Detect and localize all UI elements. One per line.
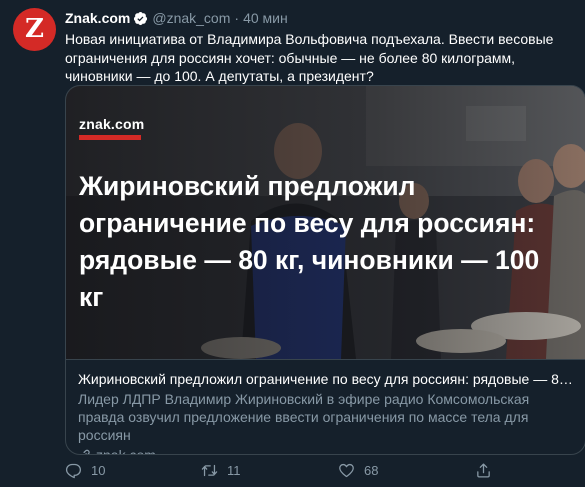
tweet-text: Новая инициатива от Владимира Вольфовича…	[65, 31, 554, 84]
reply-button[interactable]: 10	[65, 460, 105, 480]
tweet[interactable]: Z Znak.com @znak_com · 40 мин Новая иниц…	[0, 0, 585, 487]
card-domain-text: znak.com	[96, 447, 156, 455]
card-image[interactable]: znak.com Жириновский предложил ограничен…	[66, 86, 585, 359]
like-icon	[339, 463, 354, 477]
card-title[interactable]: Жириновский предложил ограничение по вес…	[78, 370, 575, 388]
retweet-count: 11	[227, 462, 241, 478]
card-image-headline: Жириновский предложил ограничение по вес…	[79, 171, 540, 312]
link-icon	[83, 449, 90, 454]
card-body[interactable]: Жириновский предложил ограничение по вес…	[66, 359, 585, 455]
card-logo: znak.com	[79, 116, 145, 132]
card-logo-underline	[79, 135, 141, 140]
author-handle[interactable]: @znak_com	[152, 9, 230, 27]
header-separator: ·	[234, 10, 240, 26]
author-name[interactable]: Znak.com	[65, 9, 130, 27]
share-button[interactable]	[475, 460, 492, 480]
card-description: Лидер ЛДПР Владимир Жириновский в эфире …	[78, 391, 530, 443]
like-count: 68	[364, 462, 379, 478]
share-icon	[477, 462, 490, 478]
avatar-logo: Z	[25, 13, 44, 44]
tweet-header: Znak.com @znak_com · 40 мин	[65, 9, 288, 27]
reply-icon	[65, 463, 82, 478]
retweet-icon	[201, 464, 218, 476]
retweet-button[interactable]: 11	[201, 460, 241, 480]
tweet-timestamp[interactable]: 40 мин	[243, 9, 288, 27]
card-domain[interactable]: znak.com	[78, 446, 575, 455]
action-bar: 10 11 68	[65, 460, 490, 480]
like-button[interactable]: 68	[338, 460, 378, 480]
avatar[interactable]: Z	[13, 8, 56, 51]
reply-count: 10	[91, 462, 106, 478]
verified-badge-icon	[134, 11, 148, 25]
link-card[interactable]: znak.com Жириновский предложил ограничен…	[65, 85, 585, 455]
